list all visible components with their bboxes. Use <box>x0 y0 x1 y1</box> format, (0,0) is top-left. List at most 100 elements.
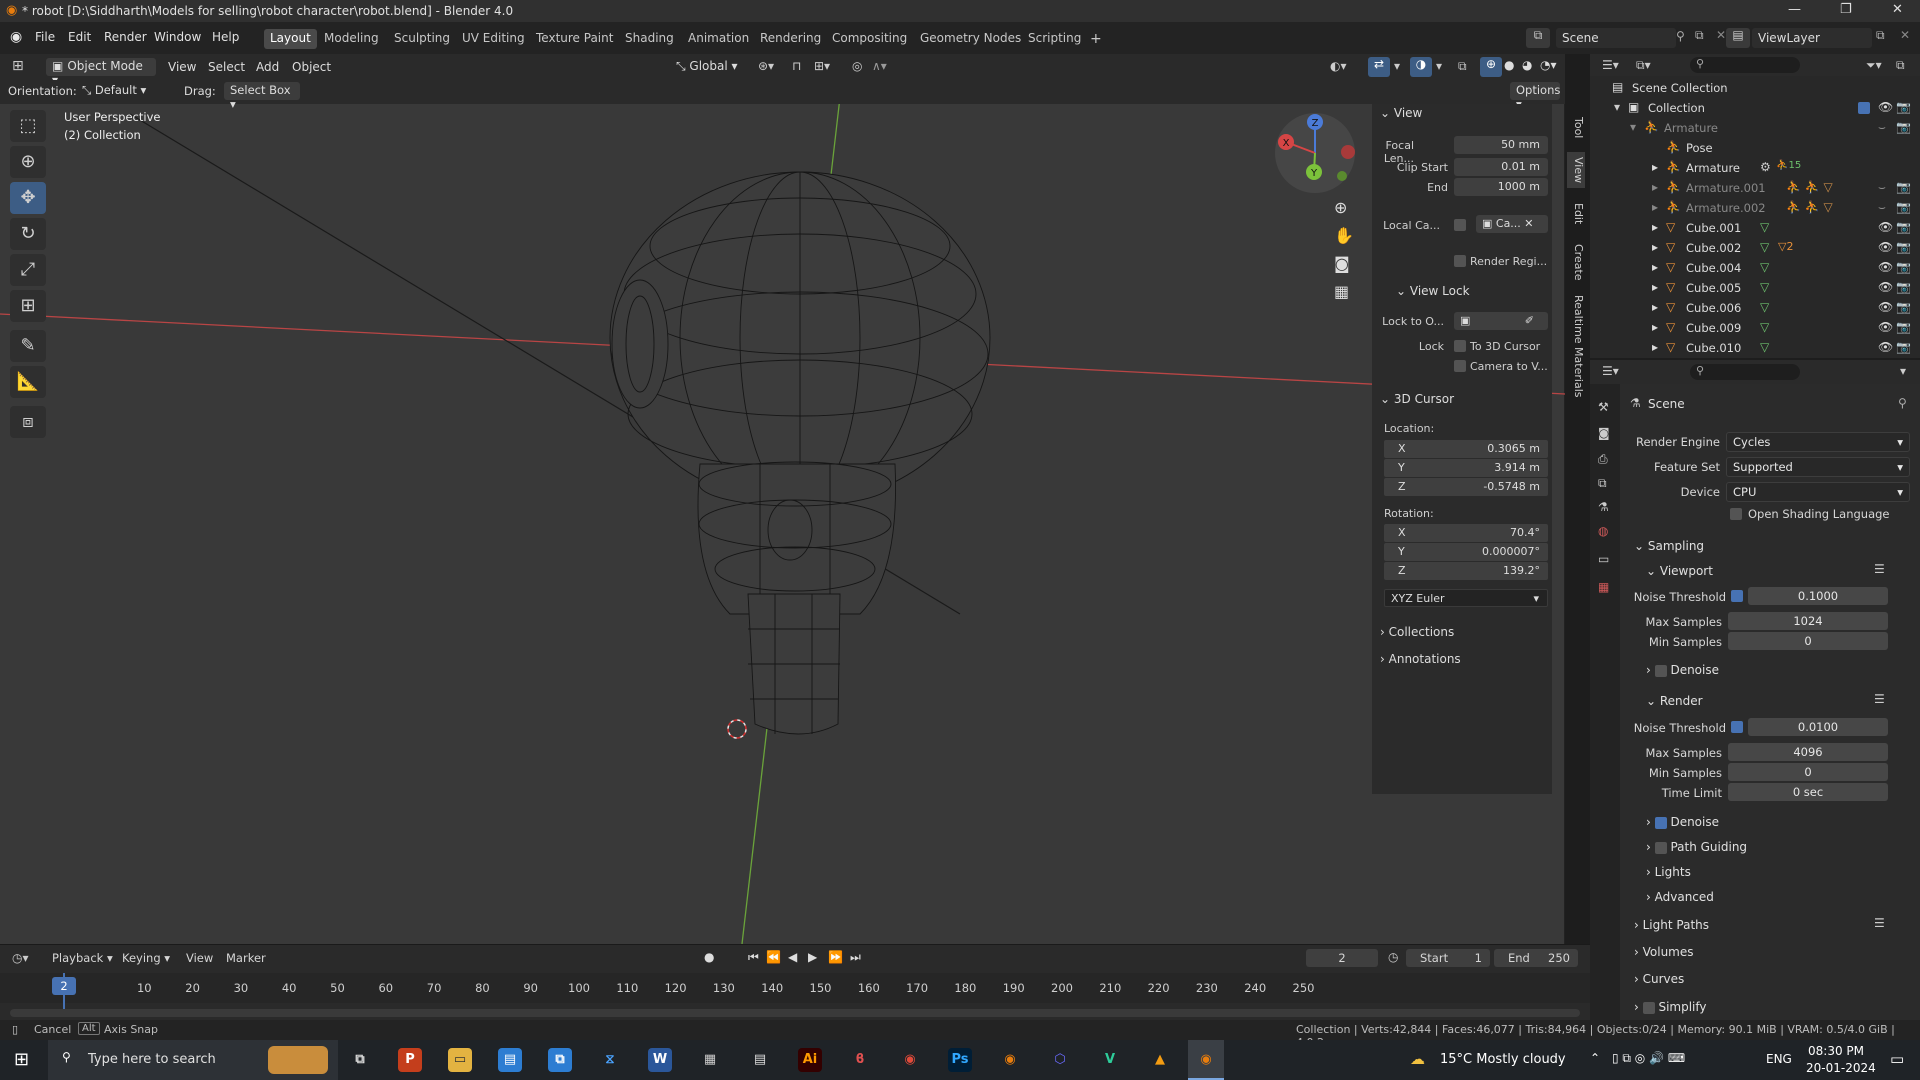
hidden-eye-icon[interactable]: ⌣ <box>1878 200 1886 215</box>
annotations-section[interactable]: › Annotations <box>1380 652 1461 666</box>
tab-layout[interactable]: Layout <box>264 29 317 49</box>
vectorworks-icon[interactable]: V <box>1098 1048 1122 1072</box>
keying-menu[interactable]: Keying ▾ <box>122 951 178 965</box>
outliner-row-cube-002[interactable]: ▸ ▽ Cube.002 ▽ ▽2 👁 📷 <box>1590 238 1920 258</box>
tab-realtime-materials[interactable]: Realtime Materials <box>1567 292 1585 400</box>
device-dropdown[interactable]: CPU ▾ <box>1726 482 1910 502</box>
editor-type-icon[interactable]: ⊞ <box>12 58 24 74</box>
outliner-row-armature-data[interactable]: ▸ ⛹ Armature ⚙ ⛹15 <box>1590 158 1920 178</box>
render-subsection[interactable]: ⌄ Render <box>1646 694 1703 708</box>
path-guiding-checkbox[interactable] <box>1654 841 1667 854</box>
path-guiding-subsection[interactable]: › Path Guiding <box>1646 840 1747 854</box>
render-engine-dropdown[interactable]: Cycles ▾ <box>1726 432 1910 452</box>
pin-icon[interactable]: ⚲ <box>1898 396 1907 410</box>
lights-subsection[interactable]: › Lights <box>1646 865 1691 879</box>
view-layer-selector-icon[interactable]: ▤ <box>1726 28 1750 48</box>
camera-icon[interactable]: 📷 <box>1896 340 1911 354</box>
snap-icon[interactable]: ⊓ <box>792 59 801 73</box>
new-scene-icon[interactable]: ⧉ <box>1695 28 1704 43</box>
minimize-icon[interactable]: — <box>1788 2 1801 17</box>
camera-to-view-checkbox[interactable] <box>1454 360 1466 372</box>
zoom-icon[interactable]: ⊕ <box>1334 198 1347 217</box>
feature-set-dropdown[interactable]: Supported ▾ <box>1726 457 1910 477</box>
cursor-location-y[interactable]: Y 3.914 m <box>1384 459 1548 477</box>
timeline-editor-icon[interactable]: ◷▾ <box>12 951 29 965</box>
new-view-layer-icon[interactable]: ⧉ <box>1876 28 1885 43</box>
app-icon-1[interactable]: ▤ <box>498 1048 522 1072</box>
app-icon-6[interactable]: ⬡ <box>1048 1048 1072 1072</box>
vp-noise-threshold-field[interactable]: 0.1000 <box>1748 587 1888 605</box>
local-camera-field[interactable]: ▣ Ca... ✕ <box>1476 215 1548 233</box>
current-frame-field[interactable]: 2 <box>1306 949 1378 967</box>
tab-shading[interactable]: Shading <box>619 29 680 49</box>
menu-edit[interactable]: Edit <box>68 30 91 44</box>
chrome-icon[interactable]: ◉ <box>898 1048 922 1072</box>
visibility-icon[interactable]: ◐▾ <box>1330 59 1347 73</box>
select-box-tool[interactable]: ⬚ <box>10 110 46 142</box>
eye-icon[interactable]: 👁 <box>1878 220 1893 234</box>
app-icon-4[interactable]: ▤ <box>748 1048 772 1072</box>
vp-min-samples-field[interactable]: 0 <box>1728 632 1888 650</box>
tab-create[interactable]: Create <box>1567 240 1585 284</box>
texture-tab-icon[interactable]: ▦ <box>1598 580 1609 594</box>
annotate-tool[interactable]: ✎ <box>10 330 46 362</box>
camera-icon[interactable]: 📷 <box>1896 180 1911 194</box>
mode-dropdown[interactable]: ▣Object Mode ▾ <box>46 58 156 87</box>
light-paths-section[interactable]: › Light Paths <box>1634 918 1709 932</box>
eye-icon[interactable]: 👁 <box>1878 320 1893 334</box>
outliner-row-pose[interactable]: ⛹ Pose <box>1590 138 1920 158</box>
move-tool[interactable]: ✥ <box>10 182 46 214</box>
3d-viewport[interactable]: ⊞ ▣Object Mode ▾ View Select Add Object … <box>0 54 1565 944</box>
camera-icon[interactable]: 📷 <box>1896 320 1911 334</box>
properties-search-icon[interactable]: ⚲ <box>1690 364 1800 380</box>
cursor-rotation-x[interactable]: X 70.4° <box>1384 524 1548 542</box>
lock-to-cursor-checkbox[interactable] <box>1454 340 1466 352</box>
play-reverse-icon[interactable]: ◀ <box>788 950 797 964</box>
tab-uv-editing[interactable]: UV Editing <box>456 29 531 49</box>
orientation-dropdown[interactable]: ⤡ Default ▾ <box>76 82 172 100</box>
presets-icon[interactable]: ☰ <box>1874 916 1885 930</box>
measure-tool[interactable]: 📐 <box>10 366 46 398</box>
display-mode-icon[interactable]: ⧉▾ <box>1636 58 1651 73</box>
camera-icon[interactable]: 📷 <box>1896 200 1911 214</box>
curves-section[interactable]: › Curves <box>1634 972 1684 986</box>
drag-dropdown[interactable]: Select Box ▾ <box>224 82 300 111</box>
wireframe-shading-icon[interactable]: ⊕ <box>1480 57 1502 77</box>
marker-menu[interactable]: Marker <box>226 951 266 965</box>
sampling-section[interactable]: ⌄ Sampling <box>1634 539 1704 553</box>
blender-taskbar-icon-1[interactable]: ◉ <box>998 1048 1022 1072</box>
maximize-icon[interactable]: ❐ <box>1840 2 1852 17</box>
proportional-editing-icon[interactable]: ◎ <box>852 59 862 73</box>
play-icon[interactable]: ▶ <box>808 950 817 964</box>
world-tab-icon[interactable]: ◍ <box>1598 524 1608 538</box>
solid-shading-icon[interactable]: ● <box>1504 58 1514 72</box>
scene-field[interactable]: Scene <box>1556 28 1676 48</box>
notifications-icon[interactable]: ▭ <box>1890 1050 1904 1068</box>
tab-texture-paint[interactable]: Texture Paint <box>530 29 619 49</box>
cursor-location-z[interactable]: Z -0.5748 m <box>1384 478 1548 496</box>
jump-end-icon[interactable]: ⏭ <box>850 950 861 965</box>
tab-rendering[interactable]: Rendering <box>754 29 827 49</box>
language-indicator[interactable]: ENG <box>1766 1052 1792 1066</box>
outliner-row-cube-005[interactable]: ▸ ▽ Cube.005 ▽ 👁 📷 <box>1590 278 1920 298</box>
camera-icon[interactable]: 📷 <box>1896 300 1911 314</box>
outliner-row-armature-001[interactable]: ▸ ⛹ Armature.001 ⛹ ⛹ ▽ ⌣ 📷 <box>1590 178 1920 198</box>
vp-denoise-checkbox[interactable] <box>1654 664 1667 677</box>
view-lock-header[interactable]: ⌄ View Lock <box>1396 284 1470 298</box>
record-icon[interactable]: ● <box>704 950 714 964</box>
outliner-editor-icon[interactable]: ☰▾ <box>1602 58 1619 72</box>
tray-chevron-icon[interactable]: ⌃ <box>1590 1051 1600 1065</box>
gizmo-dropdown-icon[interactable]: ▾ <box>1394 59 1400 73</box>
cursor-location-x[interactable]: X 0.3065 m <box>1384 440 1548 458</box>
eye-icon[interactable]: 👁 <box>1878 240 1893 254</box>
outliner-row-armature[interactable]: ▾ ⛹ Armature ⌣ 📷 <box>1590 118 1920 138</box>
camera-icon[interactable]: 📷 <box>1896 120 1911 134</box>
tab-modeling[interactable]: Modeling <box>318 29 385 49</box>
collections-section[interactable]: › Collections <box>1380 625 1454 639</box>
render-tab-icon[interactable]: ◙ <box>1598 426 1610 440</box>
scale-tool[interactable]: ⤢ <box>10 254 46 286</box>
filter-icon[interactable]: ⏷▾ <box>1866 58 1882 73</box>
r-min-samples-field[interactable]: 0 <box>1728 763 1888 781</box>
collection-include-checkbox[interactable] <box>1858 102 1870 114</box>
playhead[interactable]: 2 <box>52 977 76 995</box>
